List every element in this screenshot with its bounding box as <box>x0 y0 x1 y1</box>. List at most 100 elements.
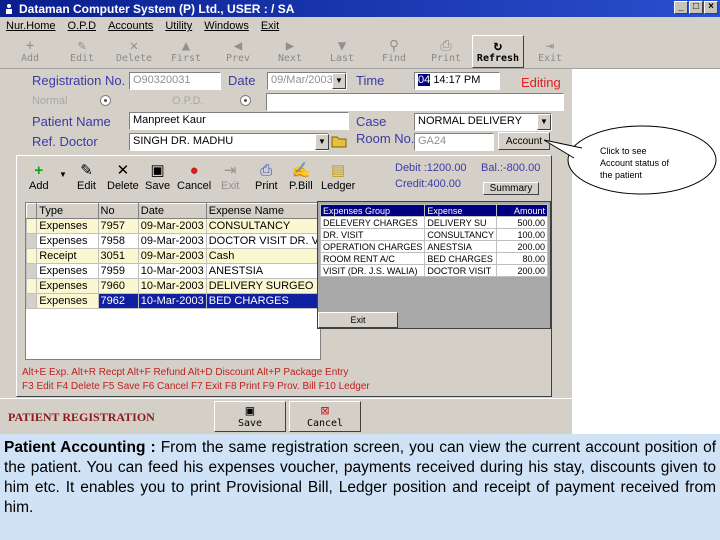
next-button[interactable]: ▶ Next <box>264 35 316 68</box>
binoculars-icon: ⚲ <box>388 38 400 54</box>
printer-icon: ⎙ <box>440 38 452 54</box>
opd-label: O.P.D. <box>172 95 204 107</box>
exit-icon: ⇥ <box>223 162 237 179</box>
table-row[interactable]: Expenses 7959 10-Mar-2003 ANESTSIA <box>26 263 320 279</box>
footer-bar: PATIENT REGISTRATION ▣ Save ⊠ Cancel <box>0 398 572 434</box>
menu-accounts[interactable]: Accounts <box>108 20 153 32</box>
normal-radio[interactable] <box>100 95 111 106</box>
inner-pbill-button[interactable]: ✍ P.Bill <box>289 162 313 192</box>
inner-cancel-button[interactable]: ● Cancel <box>177 162 211 192</box>
refresh-icon: ↻ <box>493 38 503 54</box>
table-row: DR. VISIT CONSULTANCY 100.00 <box>319 228 548 241</box>
title-bar: Dataman Computer System (P) Ltd., USER :… <box>0 0 720 17</box>
first-button[interactable]: ▲ First <box>160 35 212 68</box>
doctor-dropdown-icon[interactable]: ▼ <box>315 134 329 150</box>
exit-button[interactable]: ⇥ Exit <box>524 35 576 68</box>
floppy-icon: ▣ <box>245 403 255 419</box>
type-column-header[interactable]: Type <box>36 203 99 219</box>
add-dropdown-icon[interactable]: ▼ <box>59 170 67 179</box>
add-button[interactable]: + Add <box>4 35 56 68</box>
registration-input[interactable]: O90320031 <box>129 72 221 90</box>
cancel-button[interactable]: ⊠ Cancel <box>289 401 361 432</box>
inner-delete-button[interactable]: ✕ Delete <box>107 162 139 192</box>
bill-icon: ✍ <box>291 162 311 179</box>
expense-name-column-header[interactable]: Expense Name <box>205 203 320 219</box>
summary-button[interactable]: Summary <box>483 182 539 195</box>
extra-input[interactable] <box>266 93 564 111</box>
arrow-down-icon: ▼ <box>337 38 347 54</box>
print-button[interactable]: ⎙ Print <box>420 35 472 68</box>
menu-exit[interactable]: Exit <box>261 20 279 32</box>
floppy-icon: ▣ <box>150 162 165 179</box>
inner-edit-button[interactable]: ✎ Edit <box>77 162 96 192</box>
edit-icon: ✎ <box>80 162 93 179</box>
description-heading: Patient Accounting : <box>4 439 156 456</box>
callout-text: Click to see Account status of the patie… <box>600 146 670 180</box>
cancel-icon: ⊠ <box>320 403 330 419</box>
room-no-input[interactable]: GA24 <box>414 133 494 151</box>
minimize-button[interactable]: _ <box>674 1 688 14</box>
no-column-header[interactable]: No <box>97 203 139 219</box>
table-row[interactable]: Receipt 3051 09-Mar-2003 Cash <box>26 248 320 264</box>
plus-icon: + <box>25 38 35 54</box>
ref-doctor-label: Ref. Doctor <box>32 134 98 149</box>
patient-name-label: Patient Name <box>32 114 111 129</box>
date-label: Date <box>228 73 256 88</box>
table-row: DELEVERY CHARGES DELIVERY SU 500.00 <box>319 216 548 229</box>
inner-exit-button[interactable]: ⇥ Exit <box>221 162 239 192</box>
menu-bar: Nur.Home O.P.D Accounts Utility Windows … <box>0 17 720 35</box>
menu-opd[interactable]: O.P.D <box>68 20 97 32</box>
inner-add-button[interactable]: + Add <box>29 162 49 192</box>
save-button[interactable]: ▣ Save <box>214 401 286 432</box>
time-input[interactable]: 04 14:17 PM <box>414 72 500 90</box>
voucher-grid: Type No Date Expense Name Expenses 7957 09… <box>25 202 321 360</box>
popup-exit-button[interactable]: Exit <box>318 312 398 328</box>
patient-name-input[interactable]: Manpreet Kaur <box>129 112 349 130</box>
balance-text: Bal.:-800.00 <box>481 162 541 174</box>
maximize-button[interactable]: □ <box>689 1 703 14</box>
table-row[interactable]: Expenses 7958 09-Mar-2003 DOCTOR VISIT DR. … <box>26 233 320 249</box>
table-row[interactable]: Expenses 7960 10-Mar-2003 DELIVERY SURGEO <box>26 278 320 294</box>
prev-button[interactable]: ◀ Prev <box>212 35 264 68</box>
refresh-button[interactable]: ↻ Refresh <box>472 35 524 68</box>
time-label: Time <box>356 73 385 88</box>
account-status-grid: Expenses Group Expense Amount DELEVERY C… <box>319 204 548 277</box>
inner-save-button[interactable]: ▣ Save <box>145 162 170 192</box>
close-button[interactable]: × <box>704 1 718 14</box>
account-status-popup: Expenses Group Expense Amount DELEVERY C… <box>317 201 551 329</box>
accounting-panel: + Add ▼ ✎ Edit ✕ Delete ▣ Save ● Cancel ⇥ Exit… <box>16 155 552 397</box>
patient-registration-title: PATIENT REGISTRATION <box>8 410 155 424</box>
table-row-selected[interactable]: Expenses 7962 10-Mar-2003 BED CHARGES <box>26 293 320 309</box>
inner-ledger-button[interactable]: ▤ Ledger <box>321 162 355 192</box>
date-dropdown-icon[interactable]: ▼ <box>332 73 346 89</box>
stop-icon: ● <box>189 162 199 179</box>
editing-status: Editing <box>521 75 561 90</box>
opd-radio[interactable] <box>240 95 251 106</box>
registration-label: Registration No. <box>32 73 126 88</box>
arrow-right-icon: ▶ <box>285 38 295 54</box>
registration-form: Registration No. O90320031 Date 09/Mar/2… <box>0 69 572 400</box>
table-row[interactable]: Expenses 7957 09-Mar-2003 CONSULTANCY <box>26 218 320 234</box>
description-panel: Patient Accounting : From the same regis… <box>0 434 720 540</box>
delete-button[interactable]: ✕ Delete <box>108 35 160 68</box>
window-title: Dataman Computer System (P) Ltd., USER :… <box>19 1 295 16</box>
edit-button[interactable]: ✎ Edit <box>56 35 108 68</box>
menu-nur-home[interactable]: Nur.Home <box>6 20 56 32</box>
ref-doctor-select[interactable]: SINGH DR. MADHU <box>129 133 329 151</box>
menu-windows[interactable]: Windows <box>204 20 249 32</box>
inner-print-button[interactable]: ⎙ Print <box>255 162 278 192</box>
cross-icon: ✕ <box>116 162 130 179</box>
main-toolbar: + Add ✎ Edit ✕ Delete ▲ First ◀ Prev ▶ Next ▼ L… <box>0 35 720 69</box>
arrow-left-icon: ◀ <box>233 38 243 54</box>
find-button[interactable]: ⚲ Find <box>368 35 420 68</box>
expenses-group-header: Expenses Group <box>319 204 426 217</box>
ledger-icon: ▤ <box>331 162 346 179</box>
shortcut-hints-line2: F3 Edit F4 Delete F5 Save F6 Cancel F7 E… <box>22 381 370 392</box>
date-column-header[interactable]: Date <box>137 203 207 219</box>
case-select[interactable]: NORMAL DELIVERY <box>414 113 552 131</box>
printer-icon: ⎙ <box>260 162 273 179</box>
folder-icon[interactable] <box>331 133 347 149</box>
menu-utility[interactable]: Utility <box>165 20 192 32</box>
last-button[interactable]: ▼ Last <box>316 35 368 68</box>
credit-text: Credit:400.00 <box>395 178 462 190</box>
